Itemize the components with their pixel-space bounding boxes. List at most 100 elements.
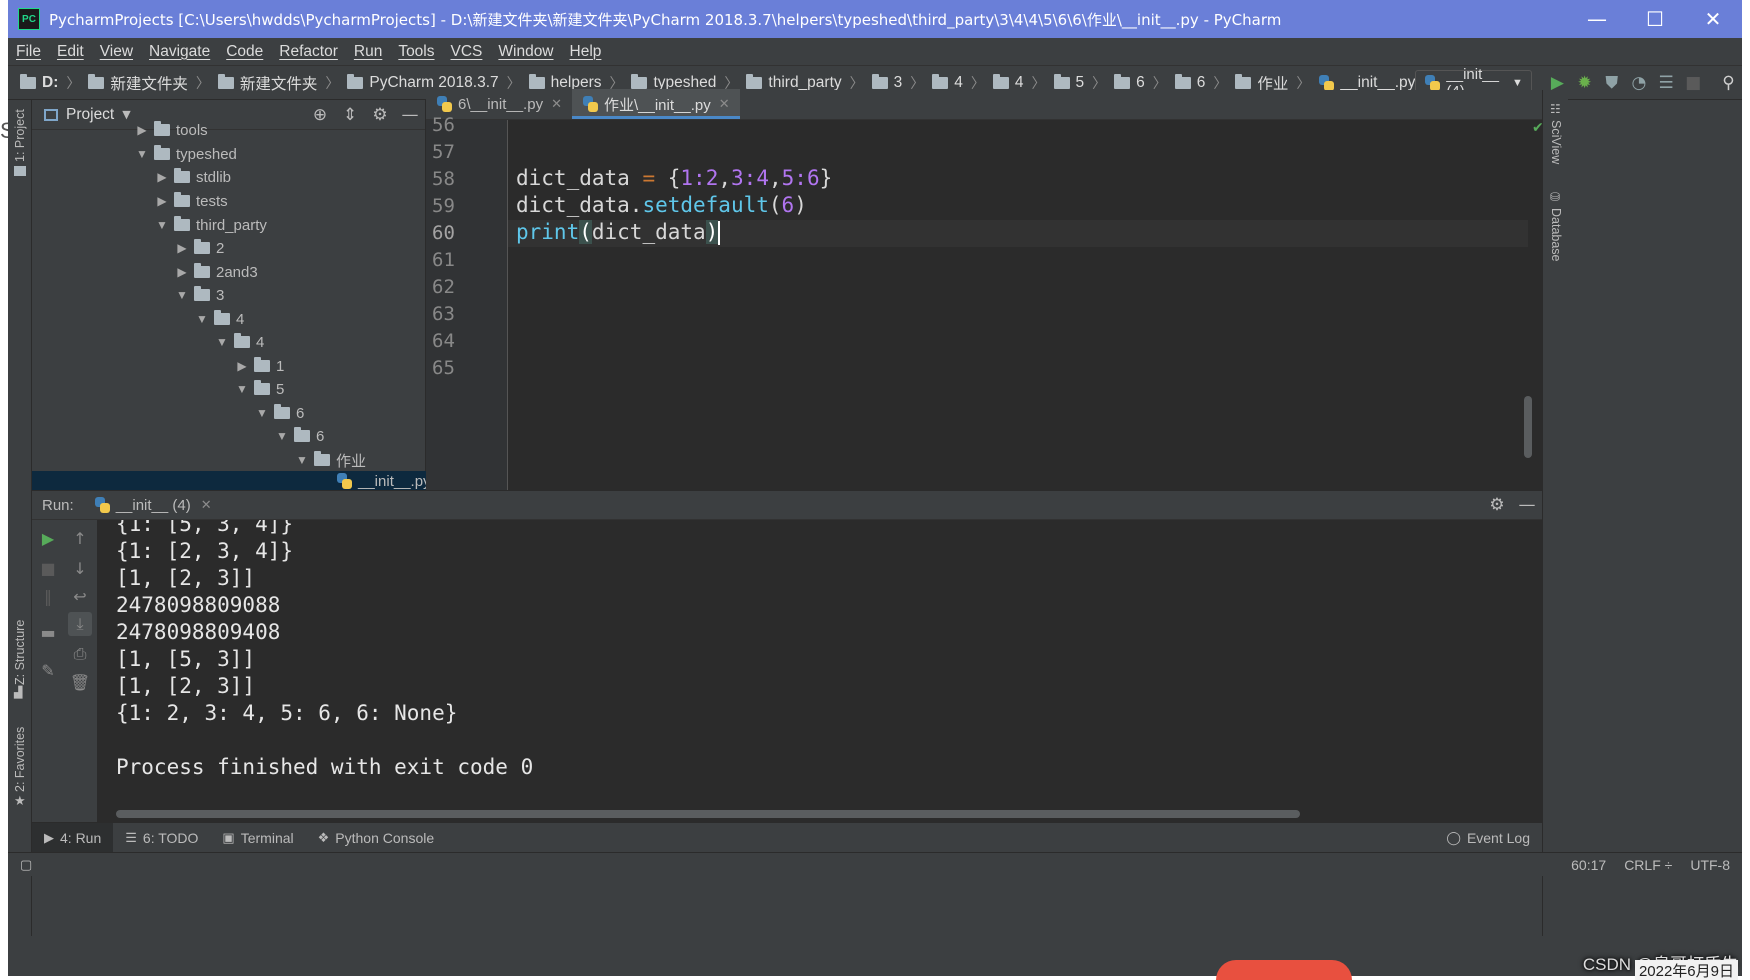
pause-icon[interactable]: ‖ <box>36 584 60 608</box>
minimize-button[interactable]: — <box>1568 0 1626 38</box>
down-arrow-icon[interactable]: ↓ <box>68 556 92 580</box>
editor-scrollbar[interactable] <box>1524 396 1532 458</box>
menu-run[interactable]: Run <box>346 43 390 61</box>
tree-item-stdlib[interactable]: ▶ stdlib <box>152 165 231 189</box>
tree-item-1[interactable]: ▶ 1 <box>232 354 284 378</box>
menu-code[interactable]: Code <box>218 43 271 61</box>
expand-arrow-icon[interactable]: ▶ <box>172 265 192 279</box>
gear-icon[interactable]: ⚙ <box>1482 495 1512 515</box>
menu-help[interactable]: Help <box>562 43 610 61</box>
breadcrumb-item[interactable]: 新建文件夹〉 <box>217 72 348 94</box>
tree-item-typeshed[interactable]: ▼ typeshed <box>132 142 237 166</box>
search-icon[interactable]: ⚲ <box>1715 68 1742 98</box>
hide-icon[interactable]: — <box>1512 495 1542 515</box>
structure-tool-tab[interactable]: Z: Structure <box>13 620 27 685</box>
expand-arrow-icon[interactable]: ▶ <box>152 194 172 208</box>
hide-icon[interactable]: — <box>395 105 425 125</box>
expand-arrow-icon[interactable]: ▶ <box>152 170 172 184</box>
tab-zuoye-init-py[interactable]: 作业\__init__.py ✕ <box>571 89 740 119</box>
line-separator[interactable]: CRLF ÷ <box>1624 857 1672 873</box>
print-icon[interactable]: ⎙ <box>68 642 92 666</box>
expand-arrow-icon[interactable]: ▶ <box>132 123 152 137</box>
stop-icon[interactable]: ■ <box>1680 68 1707 98</box>
collapse-arrow-icon[interactable]: ▼ <box>252 406 272 420</box>
tree-item-tools[interactable]: ▶ tools <box>132 118 208 142</box>
scroll-to-end-icon[interactable]: ⤓ <box>68 612 92 636</box>
favorites-tool-tab[interactable]: 2: Favorites <box>13 727 27 792</box>
tab-python-console[interactable]: ❖ Python Console <box>306 830 447 846</box>
menu-tools[interactable]: Tools <box>390 43 442 61</box>
collapse-arrow-icon[interactable]: ▼ <box>272 429 292 443</box>
menu-window[interactable]: Window <box>490 43 561 61</box>
expand-arrow-icon[interactable]: ▶ <box>172 241 192 255</box>
terminal-icon: ▣ <box>222 829 235 845</box>
code-line-60[interactable]: print(dict_data) <box>516 220 721 245</box>
layout-icon[interactable]: ▬ <box>36 620 60 644</box>
tree-item-5[interactable]: ▼ 5 <box>232 377 284 401</box>
collapse-arrow-icon[interactable]: ▼ <box>232 382 252 396</box>
stop-icon[interactable]: ■ <box>36 556 60 580</box>
gear-icon[interactable]: ⚙ <box>365 105 395 125</box>
trash-icon[interactable]: 🗑 <box>68 670 92 694</box>
breadcrumb-item[interactable]: D: 〉 <box>20 73 88 93</box>
menu-navigate[interactable]: Navigate <box>141 43 218 61</box>
database-tool-tab[interactable]: Database <box>1549 208 1563 262</box>
event-log-button[interactable]: ◯ Event Log <box>1434 830 1542 846</box>
tree-item-6[interactable]: ▼ 6 <box>272 424 324 448</box>
project-panel-title[interactable]: Project <box>66 106 114 124</box>
close-tab-icon[interactable]: ✕ <box>201 497 212 513</box>
collapse-arrow-icon[interactable]: ▼ <box>292 453 312 467</box>
pin-icon[interactable]: ✎ <box>36 658 60 682</box>
tree-item-third-party[interactable]: ▼ third_party <box>152 213 267 237</box>
tab-run[interactable]: ▶ 4: Run <box>32 822 114 853</box>
project-tool-tab[interactable]: 1: Project <box>13 109 27 162</box>
tree-item-2and3[interactable]: ▶ 2and3 <box>172 260 258 284</box>
close-tab-icon[interactable]: ✕ <box>719 96 730 112</box>
menu-view[interactable]: View <box>92 43 141 61</box>
up-arrow-icon[interactable]: ↑ <box>68 526 92 550</box>
collapse-all-icon[interactable]: ⇕ <box>335 105 365 125</box>
caret-position[interactable]: 60:17 <box>1571 857 1606 873</box>
debug-icon[interactable]: ✹ <box>1571 68 1598 98</box>
tree-item-4[interactable]: ▼ 4 <box>192 307 244 331</box>
code-line-59[interactable]: dict_data.setdefault(6) <box>516 193 807 217</box>
coverage-icon[interactable]: ⛊ <box>1598 68 1625 98</box>
menu-vcs[interactable]: VCS <box>443 43 491 61</box>
collapse-arrow-icon[interactable]: ▼ <box>132 147 152 161</box>
console-output[interactable]: {1: [5, 3, 4]} {1: [2, 3, 4]} [1, [2, 3]… <box>98 520 1542 822</box>
breadcrumb-item[interactable]: 新建文件夹〉 <box>88 72 218 94</box>
expand-arrow-icon[interactable]: ▶ <box>232 359 252 373</box>
tree-item-tests[interactable]: ▶ tests <box>152 189 228 213</box>
breadcrumb-item[interactable]: __init__.py <box>1318 74 1415 92</box>
sciview-tool-tab[interactable]: SciView <box>1549 120 1563 164</box>
console-scrollbar[interactable] <box>116 810 1300 818</box>
profile-icon[interactable]: ◔ <box>1625 68 1652 98</box>
menu-refactor[interactable]: Refactor <box>271 43 346 61</box>
code-line-58[interactable]: dict_data = {1:2,3:4,5:6} <box>516 166 832 190</box>
collapse-arrow-icon[interactable]: ▼ <box>192 312 212 326</box>
maximize-button[interactable]: ☐ <box>1626 0 1684 38</box>
close-button[interactable]: ✕ <box>1684 0 1742 38</box>
soft-wrap-icon[interactable]: ↩ <box>68 584 92 608</box>
rerun-icon[interactable]: ▶ <box>36 526 60 550</box>
tree-item-2[interactable]: ▶ 2 <box>172 236 224 260</box>
run-tab[interactable]: __init__ (4) ✕ <box>94 497 212 514</box>
toggle-tool-windows-icon[interactable]: ▢ <box>20 857 32 873</box>
tree-item-6[interactable]: ▼ 6 <box>252 401 304 425</box>
tree-item-zuoye[interactable]: ▼ 作业 <box>292 448 366 472</box>
tree-item-3[interactable]: ▼ 3 <box>172 283 224 307</box>
menu-file[interactable]: File <box>8 43 49 61</box>
collapse-arrow-icon[interactable]: ▼ <box>172 288 192 302</box>
collapse-arrow-icon[interactable]: ▼ <box>212 335 232 349</box>
chevron-down-icon[interactable]: ▼ <box>122 108 130 121</box>
tree-item-init-py[interactable]: __init__.py <box>336 472 431 490</box>
tab-terminal[interactable]: ▣ Terminal <box>210 830 305 846</box>
concurrency-icon[interactable]: ☰ <box>1653 68 1680 98</box>
tree-item-4[interactable]: ▼ 4 <box>212 330 264 354</box>
tab-todo[interactable]: ☰ 6: TODO <box>113 830 210 846</box>
close-tab-icon[interactable]: ✕ <box>551 96 562 112</box>
file-encoding[interactable]: UTF-8 <box>1690 857 1730 873</box>
locate-icon[interactable]: ⊕ <box>305 105 335 125</box>
collapse-arrow-icon[interactable]: ▼ <box>152 218 172 232</box>
menu-edit[interactable]: Edit <box>49 43 92 61</box>
